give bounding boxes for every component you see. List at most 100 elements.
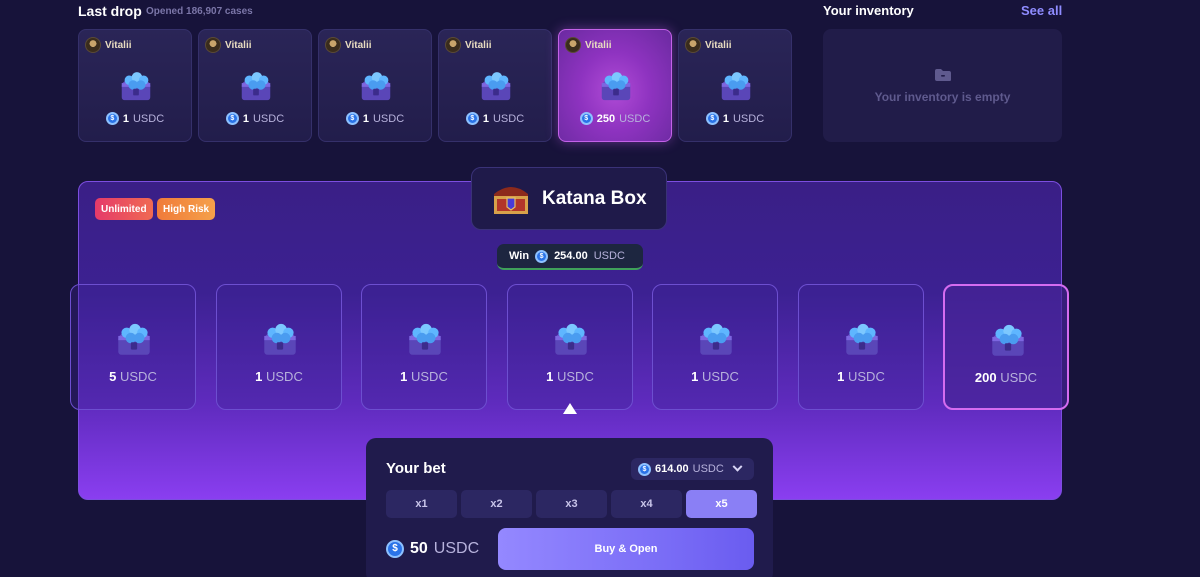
prize-value: 1 USDC <box>799 369 923 384</box>
box-title-card: Katana Box <box>471 167 667 230</box>
usdc-coin-icon: $ <box>386 540 404 558</box>
case-icon <box>597 64 635 104</box>
prize-amount: 1 <box>546 369 554 384</box>
prize-amount: 1 <box>400 369 408 384</box>
win-amount: 254.00 <box>554 250 588 262</box>
usdc-coin-icon: $ <box>638 462 651 476</box>
balance-dropdown[interactable]: $ 614.00 USDC <box>631 458 754 480</box>
last-drop-card[interactable]: Vitalii $1 USDC <box>438 29 552 142</box>
win-indicator: Win $ 254.00 USDC <box>497 244 643 270</box>
prize-unit: USDC <box>411 369 448 384</box>
case-icon <box>117 64 155 104</box>
prize-unit: USDC <box>120 369 157 384</box>
usdc-coin-icon: $ <box>579 112 593 125</box>
drop-price: $1 USDC <box>439 112 551 125</box>
drop-price: $250 USDC <box>559 112 671 125</box>
box-name: Katana Box <box>542 187 647 209</box>
drop-user: Vitalii <box>85 37 132 53</box>
bet-title: Your bet <box>386 460 446 477</box>
last-drop-card[interactable]: Vitalii $1 USDC <box>678 29 792 142</box>
see-all-link[interactable]: See all <box>1021 3 1062 18</box>
prize-card: 200 USDC <box>943 284 1069 410</box>
drop-user: Vitalii <box>325 37 372 53</box>
case-icon <box>259 315 301 359</box>
prize-value: 1 USDC <box>362 369 486 384</box>
buy-open-button[interactable]: Buy & Open <box>498 528 754 570</box>
drop-user: Vitalii <box>205 37 252 53</box>
multiplier-x1-button[interactable]: x1 <box>386 490 457 518</box>
avatar <box>445 37 461 53</box>
drop-unit: USDC <box>492 112 525 125</box>
prize-amount: 1 <box>255 369 263 384</box>
last-drop-card[interactable]: Vitalii $1 USDC <box>198 29 312 142</box>
last-drop-card[interactable]: Vitalii $250 USDC <box>558 29 672 142</box>
last-drop-card[interactable]: Vitalii $1 USDC <box>78 29 192 142</box>
last-drop-title: Last drop <box>78 3 142 19</box>
drop-price: $1 USDC <box>199 112 311 125</box>
drop-username: Vitalii <box>465 39 492 51</box>
drop-unit: USDC <box>619 112 651 125</box>
prize-value: 5 USDC <box>71 369 195 384</box>
usdc-coin-icon: $ <box>345 112 359 125</box>
case-icon <box>237 64 275 104</box>
avatar <box>565 37 581 53</box>
case-icon <box>695 315 737 359</box>
inventory-empty-text: Your inventory is empty <box>874 89 1011 104</box>
high-risk-badge: High Risk <box>157 198 216 220</box>
prize-card: 1 USDC <box>216 284 342 410</box>
balance-amount: 614.00 <box>655 463 689 475</box>
multiplier-x5-button[interactable]: x5 <box>686 490 757 518</box>
prize-card: 1 USDC <box>652 284 778 410</box>
drop-username: Vitalii <box>705 39 732 51</box>
usdc-coin-icon: $ <box>705 112 719 125</box>
prize-unit: USDC <box>848 369 885 384</box>
drop-unit: USDC <box>132 112 165 125</box>
case-icon <box>477 64 515 104</box>
multiplier-x3-button[interactable]: x3 <box>536 490 607 518</box>
drop-amount: 1 <box>122 112 129 125</box>
drop-unit: USDC <box>372 112 405 125</box>
prize-card: 1 USDC <box>507 284 633 410</box>
drop-price: $1 USDC <box>679 112 791 125</box>
win-unit: USDC <box>593 250 625 262</box>
usdc-coin-icon: $ <box>225 112 239 125</box>
prize-value: 200 USDC <box>945 370 1067 385</box>
drop-amount: 1 <box>242 112 249 125</box>
balance-unit: USDC <box>692 463 724 475</box>
last-drop-card[interactable]: Vitalii $1 USDC <box>318 29 432 142</box>
drop-amount: 1 <box>482 112 489 125</box>
case-icon <box>357 64 395 104</box>
prize-unit: USDC <box>557 369 594 384</box>
usdc-coin-icon: $ <box>465 112 479 125</box>
prize-unit: USDC <box>266 369 303 384</box>
drop-username: Vitalii <box>345 39 372 51</box>
case-icon <box>987 316 1029 360</box>
prize-card: 1 USDC <box>798 284 924 410</box>
usdc-coin-icon: $ <box>535 249 549 263</box>
usdc-coin-icon: $ <box>105 112 119 125</box>
case-icon <box>841 315 883 359</box>
drop-user: Vitalii <box>685 37 732 53</box>
inventory-panel: Your inventory is empty <box>823 29 1062 142</box>
multiplier-x2-button[interactable]: x2 <box>461 490 532 518</box>
bet-amount-value: 50 <box>410 540 428 557</box>
bet-panel: Your bet $ 614.00 USDC x1 x2 x3 x4 x5 $ 50 U… <box>366 438 773 577</box>
drop-amount: 1 <box>722 112 729 125</box>
prize-unit: USDC <box>1000 370 1038 385</box>
multiplier-x4-button[interactable]: x4 <box>611 490 682 518</box>
avatar <box>85 37 101 53</box>
folder-icon <box>934 68 951 81</box>
drop-user: Vitalii <box>445 37 492 53</box>
prize-amount: 5 <box>109 369 117 384</box>
drop-amount: 1 <box>362 112 369 125</box>
prize-card: 1 USDC <box>361 284 487 410</box>
drop-username: Vitalii <box>105 39 132 51</box>
avatar <box>685 37 701 53</box>
prize-amount: 200 <box>974 370 997 385</box>
katana-box-icon <box>494 186 528 214</box>
bet-amount-unit: USDC <box>433 540 480 557</box>
last-drop-subtitle: Opened 186,907 cases <box>146 6 253 17</box>
avatar <box>205 37 221 53</box>
prize-card: 5 USDC <box>70 284 196 410</box>
case-icon <box>550 315 592 359</box>
